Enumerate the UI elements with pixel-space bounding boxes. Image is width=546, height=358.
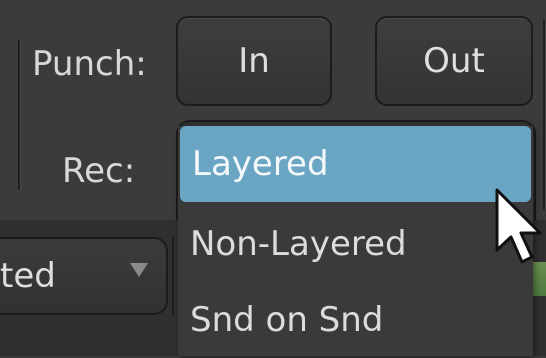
right-separator [543, 20, 545, 210]
mouse-cursor-icon [495, 188, 542, 264]
punch-in-button[interactable]: In [176, 16, 332, 106]
menu-item-label: Snd on Snd [190, 300, 384, 340]
mode-combo-text: ted [0, 256, 56, 296]
punch-label: Punch: [32, 44, 147, 84]
punch-out-label: Out [423, 41, 485, 81]
menu-item-label: Non-Layered [190, 224, 407, 264]
menu-item-snd-on-snd[interactable]: Snd on Snd [178, 282, 533, 358]
menu-item-label: Layered [192, 144, 329, 184]
rec-mode-dropdown-menu: Layered Non-Layered Snd on Snd [178, 126, 533, 356]
punch-in-label: In [238, 41, 270, 81]
rec-label: Rec: [62, 151, 136, 191]
menu-item-layered[interactable]: Layered [180, 126, 531, 202]
menu-item-non-layered[interactable]: Non-Layered [178, 206, 533, 282]
punch-out-button[interactable]: Out [375, 16, 533, 106]
strip-separator [172, 236, 174, 316]
chevron-down-icon [130, 263, 148, 277]
left-separator [18, 40, 20, 190]
